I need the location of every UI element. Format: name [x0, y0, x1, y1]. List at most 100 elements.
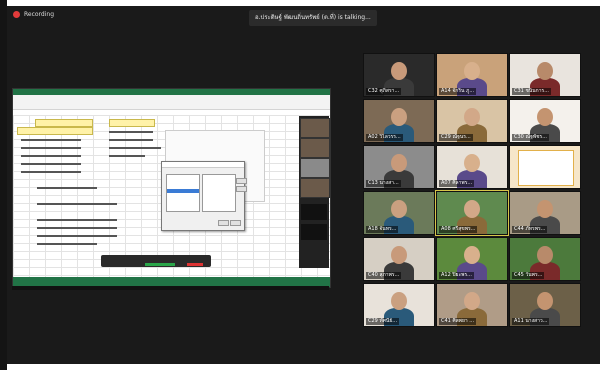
- recording-label: Recording: [24, 11, 55, 18]
- mini-video: [300, 178, 330, 198]
- participant-name: C30 ณัฐพัชร...: [512, 134, 549, 141]
- left-edge: [0, 0, 7, 370]
- participant-name: C41 ศิลพยา ...: [439, 318, 477, 325]
- participant-face: [537, 108, 553, 126]
- participant-tile[interactable]: A18 จันทร...: [363, 191, 435, 235]
- participant-tile[interactable]: [509, 145, 581, 189]
- dialog-cancel-button[interactable]: [230, 220, 241, 226]
- participant-tile[interactable]: C13 นางสา...: [363, 145, 435, 189]
- participant-face: [537, 200, 553, 218]
- row-text: [37, 203, 117, 205]
- participant-face: [464, 200, 480, 218]
- speaker-banner: อ.ประดิษฐ์ พัฒนถิ่นทรัพย์ (ต.ที่) is tal…: [249, 10, 377, 26]
- row-text: [37, 227, 117, 229]
- dialog-title-bar: [162, 162, 244, 168]
- participant-face: [464, 154, 480, 172]
- participant-name: A11 นางสาว...: [512, 318, 550, 325]
- participant-name: A08 ศรีสุขพร...: [439, 226, 478, 233]
- participant-tile[interactable]: A12 ปิยะพร...: [436, 237, 508, 281]
- participant-tile[interactable]: A14 จักริน ภู...: [436, 53, 508, 97]
- mini-video: [300, 158, 330, 178]
- header-cell: [35, 119, 93, 127]
- participant-name: A12 ปิยะพร...: [439, 272, 474, 279]
- participant-name: C13 นางสา...: [366, 180, 401, 187]
- row-text: [21, 171, 81, 173]
- participant-tile[interactable]: A08 ศรีสุขพร...: [435, 190, 509, 236]
- participant-name: C29 ทัศนีย์...: [366, 318, 400, 325]
- share-status-red: [187, 263, 203, 266]
- row-text: [37, 187, 97, 189]
- mini-video: [300, 118, 330, 138]
- participant-tile[interactable]: C40 สุภาพร...: [363, 237, 435, 281]
- participant-tile[interactable]: C41 ศิลพยา ...: [436, 283, 508, 327]
- row-text: [109, 155, 145, 157]
- recording-indicator[interactable]: Recording: [13, 11, 54, 18]
- sort-dialog[interactable]: [161, 161, 247, 231]
- participant-face: [464, 62, 480, 80]
- shared-screen[interactable]: [12, 88, 331, 288]
- participant-face: [391, 200, 407, 218]
- participant-face: [464, 108, 480, 126]
- participant-name: A18 จันทร...: [366, 226, 399, 233]
- shared-image-tile: [518, 150, 574, 186]
- row-text: [109, 147, 161, 149]
- mini-name-tile: [301, 224, 327, 240]
- participant-name: C45 วันพร...: [512, 272, 545, 279]
- participant-tile[interactable]: A07 ศิลาพร...: [436, 145, 508, 189]
- dialog-button[interactable]: [236, 186, 247, 192]
- participant-tile[interactable]: C30 ณัฐพัชร...: [509, 99, 581, 143]
- row-text: [109, 131, 153, 133]
- participant-face: [391, 108, 407, 126]
- participant-name: C31 ชนินการ...: [512, 88, 551, 95]
- record-dot-icon: [13, 11, 20, 18]
- participant-name: C40 สุภาพร...: [366, 272, 402, 279]
- share-status-green: [145, 263, 175, 266]
- row-text: [37, 219, 117, 221]
- app-frame: Recording อ.ประดิษฐ์ พัฒนถิ่นทรัพย์ (ต.ท…: [0, 0, 607, 370]
- header-cell: [109, 119, 155, 127]
- row-text: [37, 243, 97, 245]
- participant-tile[interactable]: A11 นางสาว...: [509, 283, 581, 327]
- participant-face: [464, 246, 480, 264]
- participant-face: [391, 62, 407, 80]
- dialog-button[interactable]: [236, 178, 247, 184]
- participant-face: [391, 292, 407, 310]
- participant-face: [464, 292, 480, 310]
- participant-face: [537, 62, 553, 80]
- dialog-list[interactable]: [166, 174, 200, 212]
- header-cell: [17, 127, 93, 135]
- mini-name-tile: [301, 204, 327, 220]
- participant-name: A07 ศิลาพร...: [439, 180, 475, 187]
- row-text: [21, 147, 81, 149]
- participant-face: [391, 154, 407, 172]
- participant-face: [391, 246, 407, 264]
- participant-tile[interactable]: C29 ทัศนีย์...: [363, 283, 435, 327]
- participant-face: [537, 246, 553, 264]
- excel-ribbon: [13, 95, 330, 110]
- participant-name: A02 วิไลวรร...: [366, 134, 403, 141]
- row-text: [109, 139, 153, 141]
- dialog-ok-button[interactable]: [218, 220, 229, 226]
- row-text: [21, 155, 81, 157]
- mini-video: [300, 138, 330, 158]
- dialog-list-right[interactable]: [202, 174, 236, 212]
- participant-name: A14 จักริน ภู...: [439, 88, 477, 95]
- dialog-selected-row[interactable]: [167, 189, 199, 193]
- participant-tile[interactable]: C29 ณัฐนร...: [436, 99, 508, 143]
- participant-face: [537, 292, 553, 310]
- zoom-window: Recording อ.ประดิษฐ์ พัฒนถิ่นทรัพย์ (ต.ท…: [7, 6, 600, 364]
- participant-tile[interactable]: C32 ศุภิสรา...: [363, 53, 435, 97]
- shared-video-strip: [299, 116, 330, 268]
- row-text: [21, 139, 81, 141]
- participant-tile[interactable]: C44 ภัทรพร...: [509, 191, 581, 235]
- participant-name: C32 ศุภิสรา...: [366, 88, 402, 95]
- participant-name: C44 ภัทรพร...: [512, 226, 548, 233]
- participant-tile[interactable]: C31 ชนินการ...: [509, 53, 581, 97]
- row-text: [37, 235, 117, 237]
- windows-taskbar: [12, 286, 329, 290]
- participant-name: C29 ณัฐนร...: [439, 134, 473, 141]
- row-text: [21, 163, 81, 165]
- participant-tile[interactable]: C45 วันพร...: [509, 237, 581, 281]
- gallery-grid: C32 ศุภิสรา... A14 จักริน ภู... C31 ชนินกา…: [363, 53, 581, 327]
- participant-tile[interactable]: A02 วิไลวรร...: [363, 99, 435, 143]
